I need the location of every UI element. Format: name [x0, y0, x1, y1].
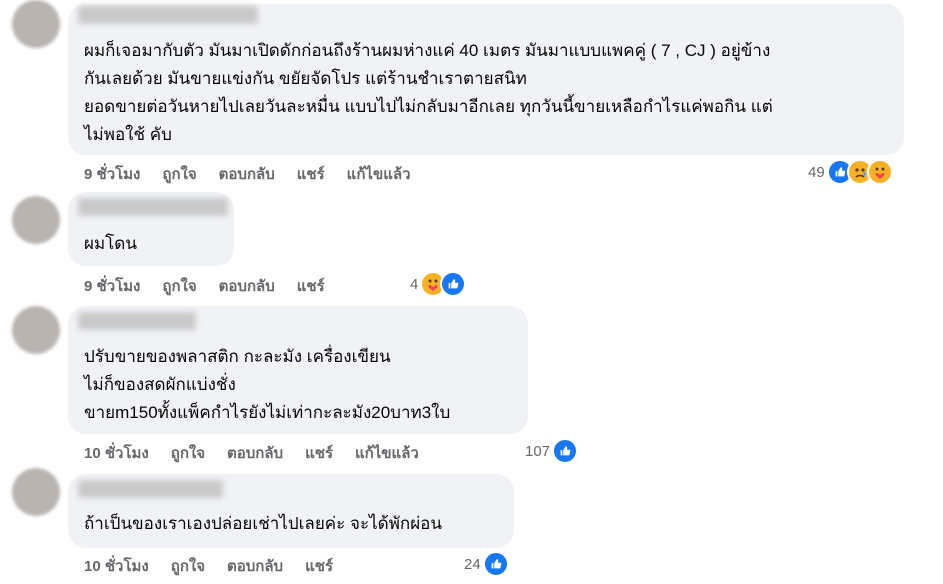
share-button[interactable]: แชร์: [297, 162, 325, 186]
share-button[interactable]: แชร์: [305, 554, 333, 578]
reaction-summary[interactable]: 107: [525, 438, 579, 464]
avatar[interactable]: [12, 468, 60, 516]
reply-button[interactable]: ตอบกลับ: [227, 441, 283, 465]
commenter-name-redacted[interactable]: [78, 198, 228, 216]
like-button[interactable]: ถูกใจ: [171, 441, 205, 465]
comment-text-line: ขายm150ทั้งแพ็คกำไรยังไม่เท่ากะละมัง20บา…: [84, 403, 451, 422]
reaction-count: 49: [808, 163, 825, 181]
comment-text-line: ปรับขายของพลาสติก กะละมัง เครื่องเขียน: [84, 347, 391, 366]
care-icon: [866, 159, 893, 185]
reaction-count: 107: [525, 442, 551, 460]
reaction-summary[interactable]: 24: [464, 551, 509, 577]
comment-actions: 10 ชั่วโมง ถูกใจ ตอบกลับ แชร์ แก้ไขแล้ว: [84, 443, 419, 463]
timestamp[interactable]: 9 ชั่วโมง: [84, 274, 140, 298]
comment-actions: 9 ชั่วโมง ถูกใจ ตอบกลับ แชร์: [84, 276, 325, 296]
reaction-summary[interactable]: 4: [410, 271, 467, 297]
like-button[interactable]: ถูกใจ: [162, 162, 196, 186]
commenter-name-redacted[interactable]: [78, 6, 258, 24]
commenter-name-redacted[interactable]: [78, 480, 223, 498]
avatar[interactable]: [12, 0, 60, 48]
comment-text-line: ผมก็เจอมากับตัว มันมาเปิดดักก่อนถึงร้านผ…: [84, 41, 771, 60]
edited-label: แก้ไขแล้ว: [346, 166, 411, 183]
comment-bubble: ปรับขายของพลาสติก กะละมัง เครื่องเขียน ไ…: [68, 306, 528, 434]
share-button[interactable]: แชร์: [305, 441, 333, 465]
comment-actions: 10 ชั่วโมง ถูกใจ ตอบกลับ แชร์: [84, 556, 333, 576]
comment-bubble: ผมโดน: [68, 192, 234, 266]
comment-text-line: ผมโดน: [84, 234, 137, 253]
share-button[interactable]: แชร์: [297, 274, 325, 298]
comment-text-line: ไม่พอใช้ คับ: [84, 125, 172, 144]
like-button[interactable]: ถูกใจ: [162, 274, 196, 298]
reaction-count: 24: [464, 555, 481, 573]
timestamp[interactable]: 10 ชั่วโมง: [84, 441, 149, 465]
reaction-count: 4: [410, 275, 419, 293]
comment-bubble: ผมก็เจอมากับตัว มันมาเปิดดักก่อนถึงร้านผ…: [68, 4, 904, 155]
timestamp[interactable]: 10 ชั่วโมง: [84, 554, 149, 578]
reply-button[interactable]: ตอบกลับ: [227, 554, 283, 578]
edited-label: แก้ไขแล้ว: [355, 445, 419, 462]
comment-text-line: ถ้าเป็นของเราเองปล่อยเช่าไปเลยค่ะ จะได้พ…: [84, 514, 443, 533]
comment-bubble: ถ้าเป็นของเราเองปล่อยเช่าไปเลยค่ะ จะได้พ…: [68, 474, 514, 548]
comment-actions: 9 ชั่วโมง ถูกใจ ตอบกลับ แชร์ แก้ไขแล้ว: [84, 164, 411, 184]
timestamp[interactable]: 9 ชั่วโมง: [84, 162, 140, 186]
like-icon: [552, 438, 579, 464]
avatar[interactable]: [12, 306, 60, 354]
avatar[interactable]: [12, 196, 60, 244]
like-button[interactable]: ถูกใจ: [171, 554, 205, 578]
comment-text-line: ยอดขายต่อวันหายไปเลยวันละหมื่น แบบไปไม่ก…: [84, 97, 773, 116]
comment-text-line: ไม่ก็ของสดผักแบ่งชั่ง: [84, 375, 236, 394]
reply-button[interactable]: ตอบกลับ: [219, 274, 275, 298]
like-icon: [482, 551, 509, 577]
reply-button[interactable]: ตอบกลับ: [219, 162, 275, 186]
comment-text-line: กันเลยด้วย มันขายแข่งกัน ขยัยจัดโปร แต่ร…: [84, 69, 527, 88]
commenter-name-redacted[interactable]: [78, 312, 196, 330]
reaction-summary[interactable]: 49: [808, 159, 893, 185]
like-icon: [440, 271, 467, 297]
